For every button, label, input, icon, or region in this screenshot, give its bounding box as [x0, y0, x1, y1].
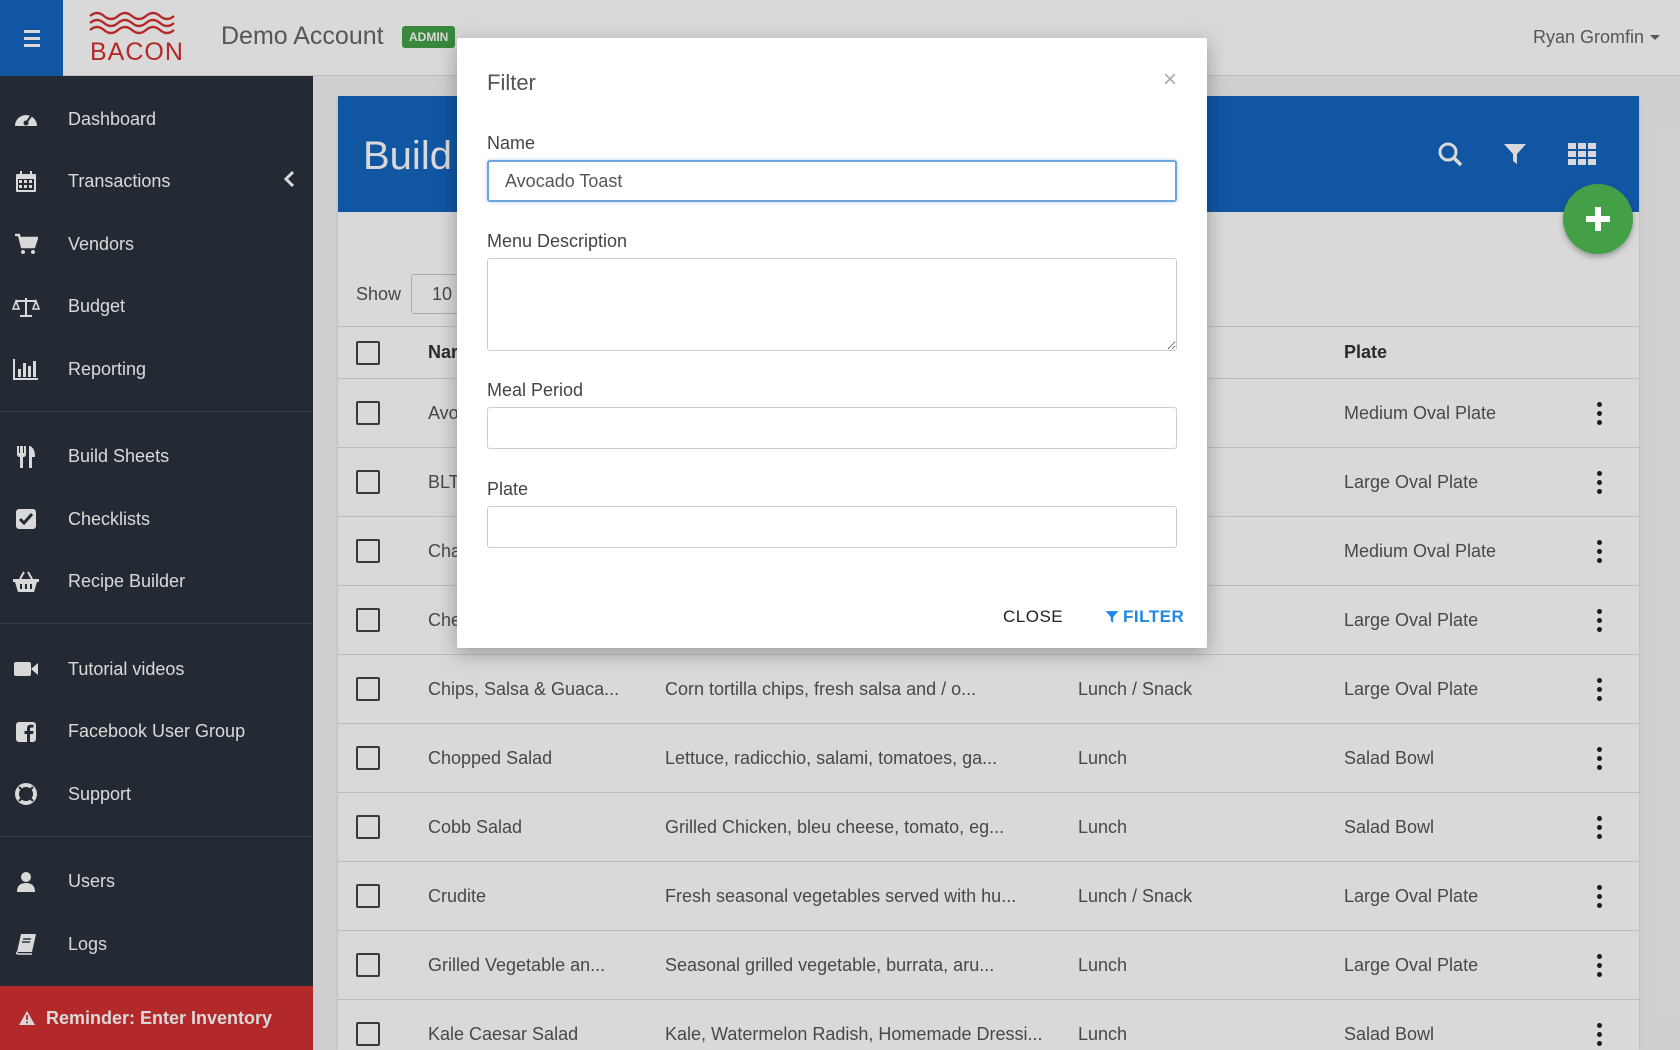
modal-title: Filter — [487, 70, 536, 95]
filter-button-label: FILTER — [1123, 607, 1185, 626]
filter-icon — [1105, 611, 1119, 623]
name-label: Name — [487, 133, 536, 153]
filter-modal: Filter × Name Menu Description Meal Peri… — [457, 38, 1207, 648]
plus-icon — [1586, 207, 1610, 231]
menu-description-label: Menu Description — [487, 231, 628, 251]
name-field[interactable] — [487, 160, 1177, 202]
menu-description-field[interactable] — [487, 258, 1177, 351]
plate-label: Plate — [487, 479, 529, 499]
meal-period-label: Meal Period — [487, 380, 584, 400]
close-button[interactable]: CLOSE — [1003, 607, 1063, 627]
close-icon[interactable]: × — [1163, 66, 1177, 94]
plate-field[interactable] — [487, 506, 1177, 548]
meal-period-field[interactable] — [487, 407, 1177, 449]
add-build-sheet-button[interactable] — [1563, 184, 1633, 254]
apply-filter-button[interactable]: FILTER — [1105, 607, 1184, 627]
close-button-label: CLOSE — [1003, 607, 1064, 626]
